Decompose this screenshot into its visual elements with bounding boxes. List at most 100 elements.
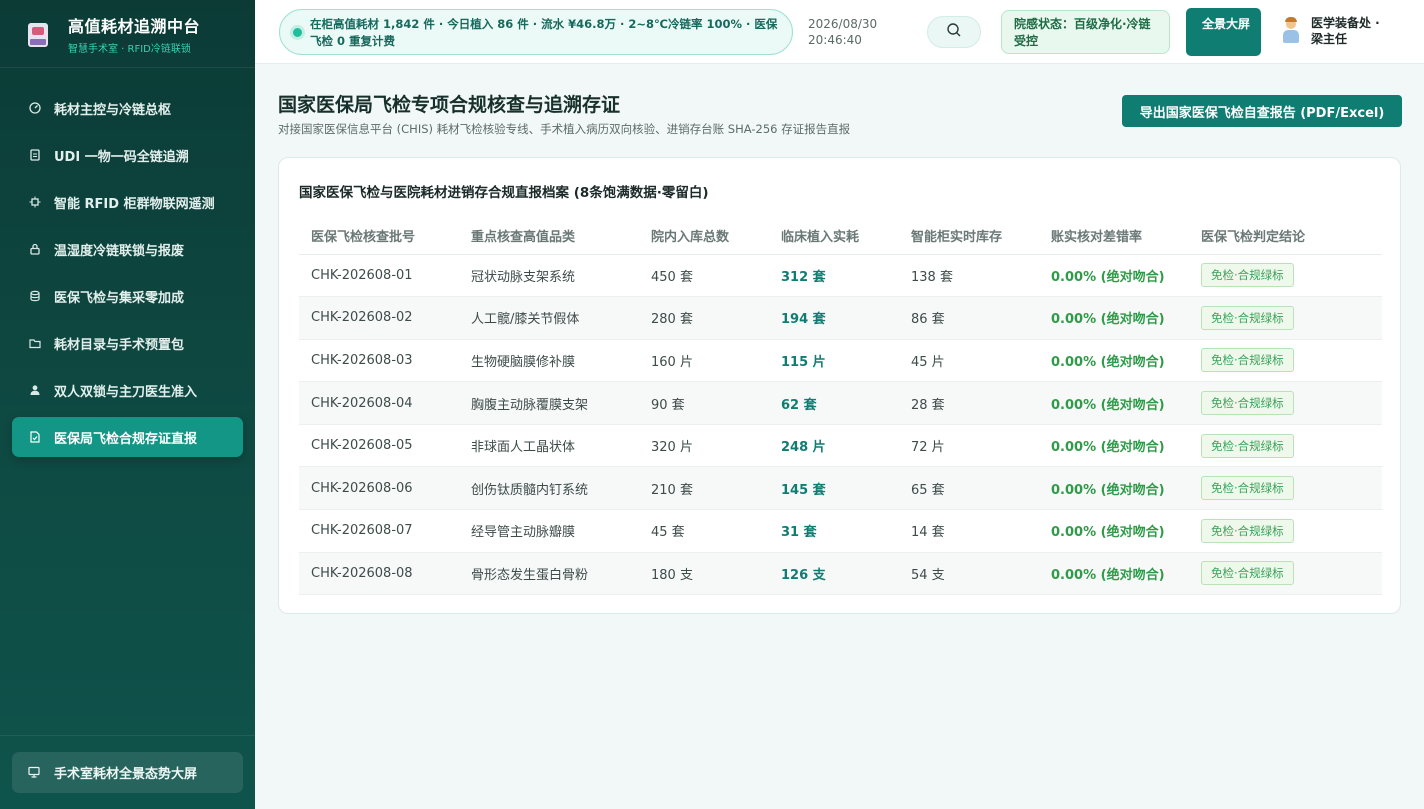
live-indicator-icon bbox=[293, 28, 302, 37]
compliance-status-badge: 免检·合规绿标 bbox=[1201, 518, 1294, 543]
stock-cell: 14 套 bbox=[899, 509, 1039, 553]
batch-id-cell: CHK-202608-06 bbox=[299, 466, 459, 511]
user-icon bbox=[28, 383, 42, 397]
verdict-cell: 免检·合规绿标 bbox=[1189, 254, 1382, 298]
table-row[interactable]: CHK-202608-02 人工髋/膝关节假体 280 套 194 套 86 套 0.00… bbox=[299, 296, 1382, 340]
verdict-cell: 免检·合规绿标 bbox=[1189, 552, 1382, 596]
sidebar-nav: 耗材主控与冷链总枢 UDI 一物一码全链追溯 智能 RFID 柜群物联网遥测 温… bbox=[0, 68, 255, 457]
implanted-cell: 31 套 bbox=[769, 509, 899, 553]
compliance-status-badge: 免检·合规绿标 bbox=[1201, 263, 1294, 288]
fullscreen-button[interactable]: 全景大屏 bbox=[1186, 8, 1261, 56]
avatar bbox=[1279, 17, 1303, 47]
verdict-cell: 免检·合规绿标 bbox=[1189, 509, 1382, 553]
batch-id-cell: CHK-202608-07 bbox=[299, 509, 459, 553]
error-rate-cell: 0.00% (绝对吻合) bbox=[1039, 424, 1189, 468]
brand: 高值耗材追溯中台 智慧手术室 · RFID冷链联锁 bbox=[0, 0, 255, 68]
chip-icon bbox=[28, 195, 42, 209]
panorama-screen-button[interactable]: 手术室耗材全景态势大屏 bbox=[12, 752, 243, 793]
column-header-batch-id: 医保飞检核查批号 bbox=[299, 217, 459, 255]
category-cell: 胸腹主动脉覆膜支架 bbox=[459, 381, 639, 425]
compliance-table-card: 国家医保飞检与医院耗材进销存合规直报档案 (8条饱满数据·零留白) 医保飞检核查… bbox=[278, 157, 1401, 614]
stock-cell: 28 套 bbox=[899, 381, 1039, 425]
folder-icon bbox=[28, 336, 42, 350]
batch-id-cell: CHK-202608-01 bbox=[299, 254, 459, 298]
stock-cell: 54 支 bbox=[899, 552, 1039, 596]
live-ticker: 在柜高值耗材 1,842 件 · 今日植入 86 件 · 流水 ¥46.8万 ·… bbox=[279, 9, 793, 55]
inbound-cell: 210 套 bbox=[639, 466, 769, 511]
stock-cell: 45 片 bbox=[899, 339, 1039, 383]
page-subtitle: 对接国家医保信息平台 (CHIS) 耗材飞检核验专线、手术植入病历双向核验、进销… bbox=[278, 122, 851, 136]
user-name: 医学装备处 · 梁主任 bbox=[1311, 16, 1380, 46]
infection-status-badge: 院感状态：百级净化·冷链受控 bbox=[1001, 10, 1170, 54]
time-text: 20:46:40 bbox=[808, 33, 862, 47]
cabinet-logo-icon bbox=[26, 19, 50, 49]
dashboard-icon bbox=[28, 101, 42, 115]
sidebar-item-insurance[interactable]: 医保飞检与集采零加成 bbox=[12, 276, 243, 316]
batch-id-cell: CHK-202608-04 bbox=[299, 381, 459, 425]
column-header-error-rate: 账实核对差错率 bbox=[1039, 217, 1189, 255]
sidebar-item-label: 耗材主控与冷链总枢 bbox=[54, 102, 172, 118]
page-title: 国家医保局飞检专项合规核查与追溯存证 bbox=[278, 94, 621, 116]
compliance-status-badge: 免检·合规绿标 bbox=[1201, 433, 1294, 458]
sidebar-item-cold-chain[interactable]: 温湿度冷链联锁与报废 bbox=[12, 229, 243, 269]
batch-id-cell: CHK-202608-05 bbox=[299, 424, 459, 468]
panorama-screen-label: 手术室耗材全景态势大屏 bbox=[54, 767, 198, 782]
document-icon bbox=[28, 148, 42, 162]
table-row[interactable]: CHK-202608-07 经导管主动脉瓣膜 45 套 31 套 14 套 0.00% (… bbox=[299, 509, 1382, 553]
topbar: 在柜高值耗材 1,842 件 · 今日植入 86 件 · 流水 ¥46.8万 ·… bbox=[255, 0, 1424, 64]
table-row[interactable]: CHK-202608-03 生物硬脑膜修补膜 160 片 115 片 45 片 0.00%… bbox=[299, 339, 1382, 383]
compliance-table: 医保飞检核查批号 重点核查高值品类 院内入库总数 临床植入实耗 智能柜实时库存 账实核对差… bbox=[299, 217, 1382, 596]
sidebar-item-compliance-report[interactable]: 医保局飞检合规存证直报 bbox=[12, 417, 243, 457]
ticker-text: 在柜高值耗材 1,842 件 · 今日植入 86 件 · 流水 ¥46.8万 ·… bbox=[310, 17, 778, 48]
error-rate-cell: 0.00% (绝对吻合) bbox=[1039, 339, 1189, 383]
stock-cell: 72 片 bbox=[899, 424, 1039, 468]
search-button[interactable] bbox=[927, 16, 981, 48]
sidebar-item-rfid[interactable]: 智能 RFID 柜群物联网遥测 bbox=[12, 182, 243, 222]
column-header-category: 重点核查高值品类 bbox=[459, 217, 639, 255]
table-row[interactable]: CHK-202608-05 非球面人工晶状体 320 片 248 片 72 片 0.00%… bbox=[299, 424, 1382, 468]
sidebar-item-label: 医保局飞检合规存证直报 bbox=[54, 431, 198, 447]
inbound-cell: 45 套 bbox=[639, 509, 769, 553]
sidebar: 高值耗材追溯中台 智慧手术室 · RFID冷链联锁 耗材主控与冷链总枢 UDI … bbox=[0, 0, 255, 809]
table-row[interactable]: CHK-202608-06 创伤钛质髓内钉系统 210 套 145 套 65 套 0.00… bbox=[299, 466, 1382, 511]
error-rate-cell: 0.00% (绝对吻合) bbox=[1039, 296, 1189, 340]
table-row[interactable]: CHK-202608-04 胸腹主动脉覆膜支架 90 套 62 套 28 套 0.00% … bbox=[299, 381, 1382, 425]
inbound-cell: 450 套 bbox=[639, 254, 769, 298]
export-report-button[interactable]: 导出国家医保飞检自查报告 (PDF/Excel) bbox=[1122, 95, 1402, 127]
sidebar-item-catalog[interactable]: 耗材目录与手术预置包 bbox=[12, 323, 243, 363]
column-header-verdict: 医保飞检判定结论 bbox=[1189, 217, 1382, 255]
table-header-row: 医保飞检核查批号 重点核查高值品类 院内入库总数 临床植入实耗 智能柜实时库存 账实核对差… bbox=[299, 217, 1382, 255]
table-row[interactable]: CHK-202608-08 骨形态发生蛋白骨粉 180 支 126 支 54 支 0.00… bbox=[299, 552, 1382, 596]
table-row[interactable]: CHK-202608-01 冠状动脉支架系统 450 套 312 套 138 套 0.00… bbox=[299, 254, 1382, 298]
user-profile[interactable]: 医学装备处 · 梁主任 bbox=[1279, 15, 1391, 47]
batch-id-cell: CHK-202608-02 bbox=[299, 296, 459, 340]
verdict-cell: 免检·合规绿标 bbox=[1189, 466, 1382, 511]
verdict-cell: 免检·合规绿标 bbox=[1189, 339, 1382, 383]
sidebar-item-udi-trace[interactable]: UDI 一物一码全链追溯 bbox=[12, 135, 243, 175]
compliance-status-badge: 免检·合规绿标 bbox=[1201, 391, 1294, 416]
inbound-cell: 320 片 bbox=[639, 424, 769, 468]
column-header-cabinet-stock: 智能柜实时库存 bbox=[899, 217, 1039, 255]
column-header-inbound-total: 院内入库总数 bbox=[639, 217, 769, 255]
compliance-status-badge: 免检·合规绿标 bbox=[1201, 561, 1294, 586]
category-cell: 骨形态发生蛋白骨粉 bbox=[459, 552, 639, 596]
error-rate-cell: 0.00% (绝对吻合) bbox=[1039, 466, 1189, 511]
brand-subtitle: 智慧手术室 · RFID冷链联锁 bbox=[68, 43, 191, 55]
brand-title: 高值耗材追溯中台 bbox=[68, 16, 201, 36]
search-icon bbox=[946, 22, 962, 42]
implanted-cell: 115 片 bbox=[769, 339, 899, 383]
category-cell: 创伤钛质髓内钉系统 bbox=[459, 466, 639, 511]
datetime: 2026/08/30 20:46:40 bbox=[808, 16, 877, 48]
category-cell: 生物硬脑膜修补膜 bbox=[459, 339, 639, 383]
sidebar-item-dashboard[interactable]: 耗材主控与冷链总枢 bbox=[12, 88, 243, 128]
error-rate-cell: 0.00% (绝对吻合) bbox=[1039, 552, 1189, 596]
sidebar-item-label: 医保飞检与集采零加成 bbox=[54, 290, 185, 306]
sidebar-item-label: 智能 RFID 柜群物联网遥测 bbox=[54, 196, 215, 212]
inbound-cell: 180 支 bbox=[639, 552, 769, 596]
sidebar-item-access[interactable]: 双人双锁与主刀医生准入 bbox=[12, 370, 243, 410]
date-text: 2026/08/30 bbox=[808, 17, 878, 31]
error-rate-cell: 0.00% (绝对吻合) bbox=[1039, 509, 1189, 553]
divider bbox=[0, 735, 255, 736]
batch-id-cell: CHK-202608-08 bbox=[299, 552, 459, 596]
database-icon bbox=[28, 289, 42, 303]
